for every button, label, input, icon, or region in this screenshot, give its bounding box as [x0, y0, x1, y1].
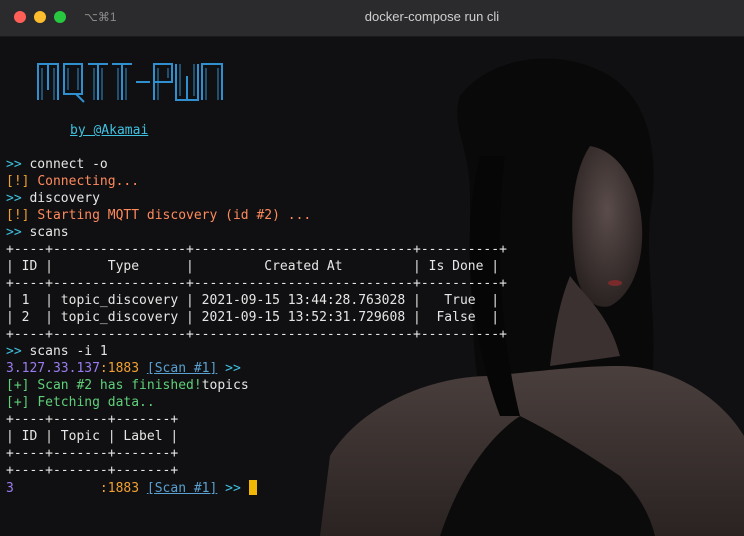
terminal-line-fetching: [+] Fetching data..	[6, 394, 155, 411]
terminal-content[interactable]: by @Akamai >> connect -o [!] Connecting.…	[0, 36, 744, 536]
terminal-line-connecting: [!] Connecting...	[6, 173, 139, 190]
warning-marker: [!]	[6, 208, 30, 223]
title-bar: ⌥⌘1 docker-compose run cli	[0, 0, 744, 37]
command-text: scans -i 1	[29, 344, 108, 359]
prompt-symbol: >>	[225, 481, 241, 496]
terminal-line-discovery-status: [!] Starting MQTT discovery (id #2) ...	[6, 207, 311, 224]
scans-table-header: | ID | Type | Created At | Is Done |	[6, 259, 500, 274]
prompt-symbol: >>	[6, 225, 22, 240]
status-text: Starting MQTT discovery (id #2) ...	[37, 208, 312, 223]
scans-table-row: | 2 | topic_discovery | 2021-09-15 13:52…	[6, 310, 500, 325]
host-port: :1883	[99, 361, 140, 376]
topics-table-border: +----+-------+-------+	[6, 463, 179, 478]
command-text: discovery	[29, 191, 100, 206]
text-cursor[interactable]	[248, 480, 257, 495]
terminal-line-scans-i: >> scans -i 1	[6, 343, 108, 360]
prompt-symbol: >>	[225, 361, 241, 376]
status-text: Scan #2 has finished!	[37, 378, 202, 393]
host-ip: 3.127.33.137	[6, 361, 100, 376]
prompt-symbol: >>	[6, 344, 22, 359]
status-text: Fetching data..	[37, 395, 155, 410]
success-marker: [+]	[6, 378, 30, 393]
status-text: Connecting...	[37, 174, 140, 189]
topics-table-border: +----+-------+-------+	[6, 412, 179, 427]
scans-table-border: +----+-----------------+----------------…	[6, 276, 507, 291]
terminal-line-discovery: >> discovery	[6, 190, 100, 207]
command-text: connect -o	[29, 157, 116, 172]
prompt-symbol: >>	[6, 157, 22, 172]
prompt-symbol: >>	[6, 191, 22, 206]
terminal-line-connect: >> connect -o	[6, 156, 116, 173]
typed-command: topics	[201, 378, 249, 393]
topics-table-header: | ID | Topic | Label |	[6, 429, 179, 444]
terminal-line-scans: >> scans	[6, 224, 69, 241]
scans-table-border: +----+-----------------+----------------…	[6, 327, 507, 342]
scans-table-border: +----+-----------------+----------------…	[6, 242, 507, 257]
topics-table-border: +----+-------+-------+	[6, 446, 179, 461]
mqtt-pwn-logo	[37, 63, 223, 103]
window-title: docker-compose run cli	[364, 9, 500, 24]
scan-tag: [Scan #1]	[146, 361, 218, 376]
terminal-line-current-prompt: 3 :1883 [Scan #1] >>	[6, 480, 257, 497]
scan-tag: [Scan #1]	[146, 481, 218, 496]
author-byline[interactable]: by @Akamai	[70, 123, 148, 138]
warning-marker: [!]	[6, 174, 30, 189]
command-text: scans	[29, 225, 69, 240]
terminal-window: ⌥⌘1 docker-compose run cli by @Akamai >>…	[0, 0, 744, 536]
terminal-line-context-prompt: 3.127.33.137:1883 [Scan #1] >>	[6, 360, 241, 377]
terminal-line-scan-finished: [+] Scan #2 has finished!topics	[6, 377, 249, 394]
success-marker: [+]	[6, 395, 30, 410]
host-ip: 3	[6, 481, 14, 496]
host-port: :1883	[99, 481, 140, 496]
scans-table-row: | 1 | topic_discovery | 2021-09-15 13:44…	[6, 293, 500, 308]
